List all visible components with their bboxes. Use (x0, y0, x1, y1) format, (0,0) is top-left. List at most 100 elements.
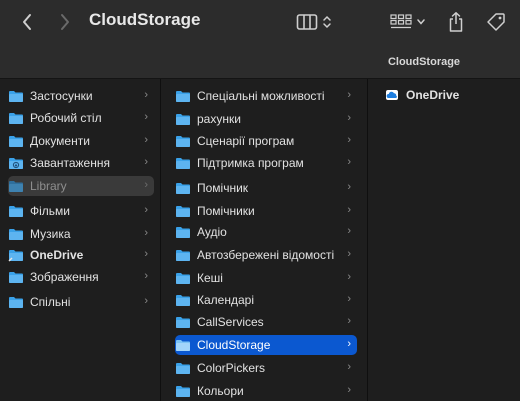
chevron-updown-icon (323, 15, 331, 29)
column-3[interactable]: OneDrive (368, 79, 520, 401)
list-item[interactable]: ColorPickers › (175, 358, 357, 378)
chevron-right-icon: › (347, 384, 351, 396)
current-folder-label: CloudStorage (387, 56, 461, 68)
list-item-label: Library (30, 179, 67, 193)
folder-download-icon (8, 156, 24, 170)
list-item-label: Зображення (30, 270, 99, 284)
tag-icon (487, 13, 505, 31)
folder-icon (8, 270, 24, 284)
window-title: CloudStorage (89, 10, 201, 29)
folder-icon (175, 293, 191, 307)
list-item[interactable]: рахунки › (175, 109, 357, 129)
folder-icon (8, 204, 24, 218)
chevron-right-icon: › (347, 112, 351, 124)
list-item[interactable]: Кеші › (175, 268, 357, 288)
list-item[interactable]: Помічники › (175, 201, 357, 221)
folder-icon (175, 134, 191, 148)
onedrive-folder-icon (8, 248, 24, 262)
list-item-label: Кеші (197, 271, 223, 285)
list-item-label: Спільні (30, 295, 71, 309)
folder-icon (175, 204, 191, 218)
list-item-selected[interactable]: CloudStorage › (175, 335, 357, 355)
forward-button[interactable] (54, 10, 76, 34)
list-item-label: Робочий стіл (30, 111, 102, 125)
list-item-label: CallServices (197, 315, 264, 329)
list-item[interactable]: Аудіо › (175, 222, 357, 242)
list-item[interactable]: Застосунки › (8, 86, 154, 106)
list-item[interactable]: Спеціальні можливості › (175, 86, 357, 106)
list-item-label: рахунки (197, 112, 241, 126)
chevron-right-icon: › (347, 248, 351, 260)
chevron-right-icon: › (347, 225, 351, 237)
list-item[interactable]: Кольори › (175, 381, 357, 401)
chevron-right-icon: › (347, 156, 351, 168)
chevron-right-icon: › (347, 338, 351, 350)
chevron-right-icon: › (144, 270, 148, 282)
chevron-right-icon: › (144, 89, 148, 101)
list-item[interactable]: Музика › (8, 224, 154, 244)
list-item-label: Кольори (197, 384, 244, 398)
list-item-label: Спеціальні можливості (197, 89, 325, 103)
chevron-right-icon: › (144, 179, 148, 191)
chevron-right-icon: › (144, 134, 148, 146)
list-item[interactable]: Сценарії програм › (175, 131, 357, 151)
list-item-label: Фільми (30, 204, 70, 218)
list-item-label: Застосунки (30, 89, 93, 103)
column-1[interactable]: Застосунки › Робочий стіл › Документи › … (0, 79, 161, 401)
chevron-left-icon (23, 14, 31, 30)
folder-icon (175, 338, 191, 352)
list-item-label: OneDrive (406, 88, 460, 102)
list-item[interactable]: Робочий стіл › (8, 108, 154, 128)
path-header: CloudStorage (0, 44, 520, 79)
chevron-right-icon: › (347, 89, 351, 101)
tag-button[interactable] (484, 10, 508, 34)
list-item-label: Помічники (197, 204, 255, 218)
column-view-icon (296, 14, 318, 30)
list-item[interactable]: OneDrive › (8, 245, 154, 265)
list-item[interactable]: Завантаження › (8, 153, 154, 173)
folder-icon (175, 384, 191, 398)
view-mode-button[interactable] (292, 10, 336, 34)
chevron-right-icon: › (347, 361, 351, 373)
chevron-right-icon: › (144, 156, 148, 168)
chevron-right-icon: › (347, 181, 351, 193)
list-item[interactable]: Документи › (8, 131, 154, 151)
folder-icon (175, 271, 191, 285)
list-item-label: Завантаження (30, 156, 110, 170)
chevron-right-icon: › (144, 295, 148, 307)
folder-icon (175, 181, 191, 195)
list-item[interactable]: Спільні › (8, 292, 154, 312)
chevron-right-icon (61, 14, 69, 30)
list-item[interactable]: Помічник › (175, 178, 357, 198)
list-item[interactable]: Календарі › (175, 290, 357, 310)
group-button[interactable] (386, 10, 430, 34)
share-button[interactable] (444, 8, 468, 36)
onedrive-cloud-icon (384, 88, 400, 102)
folder-icon (8, 134, 24, 148)
list-item[interactable]: Підтримка програм › (175, 153, 357, 173)
list-item[interactable]: Автозбережені відомості › (175, 245, 357, 265)
back-button[interactable] (16, 10, 38, 34)
folder-icon (8, 179, 24, 193)
list-item-label: Автозбережені відомості (197, 248, 335, 262)
column-2[interactable]: Спеціальні можливості › рахунки › Сценар… (161, 79, 368, 401)
list-item[interactable]: Фільми › (8, 201, 154, 221)
list-item-label: Помічник (197, 181, 249, 195)
list-item[interactable]: Зображення › (8, 267, 154, 287)
folder-icon (175, 112, 191, 126)
share-icon (449, 12, 463, 32)
list-item[interactable]: CallServices › (175, 312, 357, 332)
list-item-label: Музика (30, 227, 71, 241)
list-item[interactable]: OneDrive (384, 85, 514, 105)
group-grid-icon (390, 14, 412, 29)
chevron-right-icon: › (347, 134, 351, 146)
folder-icon (8, 89, 24, 103)
list-item-label: ColorPickers (197, 361, 266, 375)
folder-icon (8, 227, 24, 241)
list-item-label: Сценарії програм (197, 134, 295, 148)
list-item[interactable]: Library › (8, 176, 154, 196)
chevron-right-icon: › (144, 204, 148, 216)
folder-icon (175, 225, 191, 239)
chevron-right-icon: › (347, 204, 351, 216)
folder-icon (175, 89, 191, 103)
